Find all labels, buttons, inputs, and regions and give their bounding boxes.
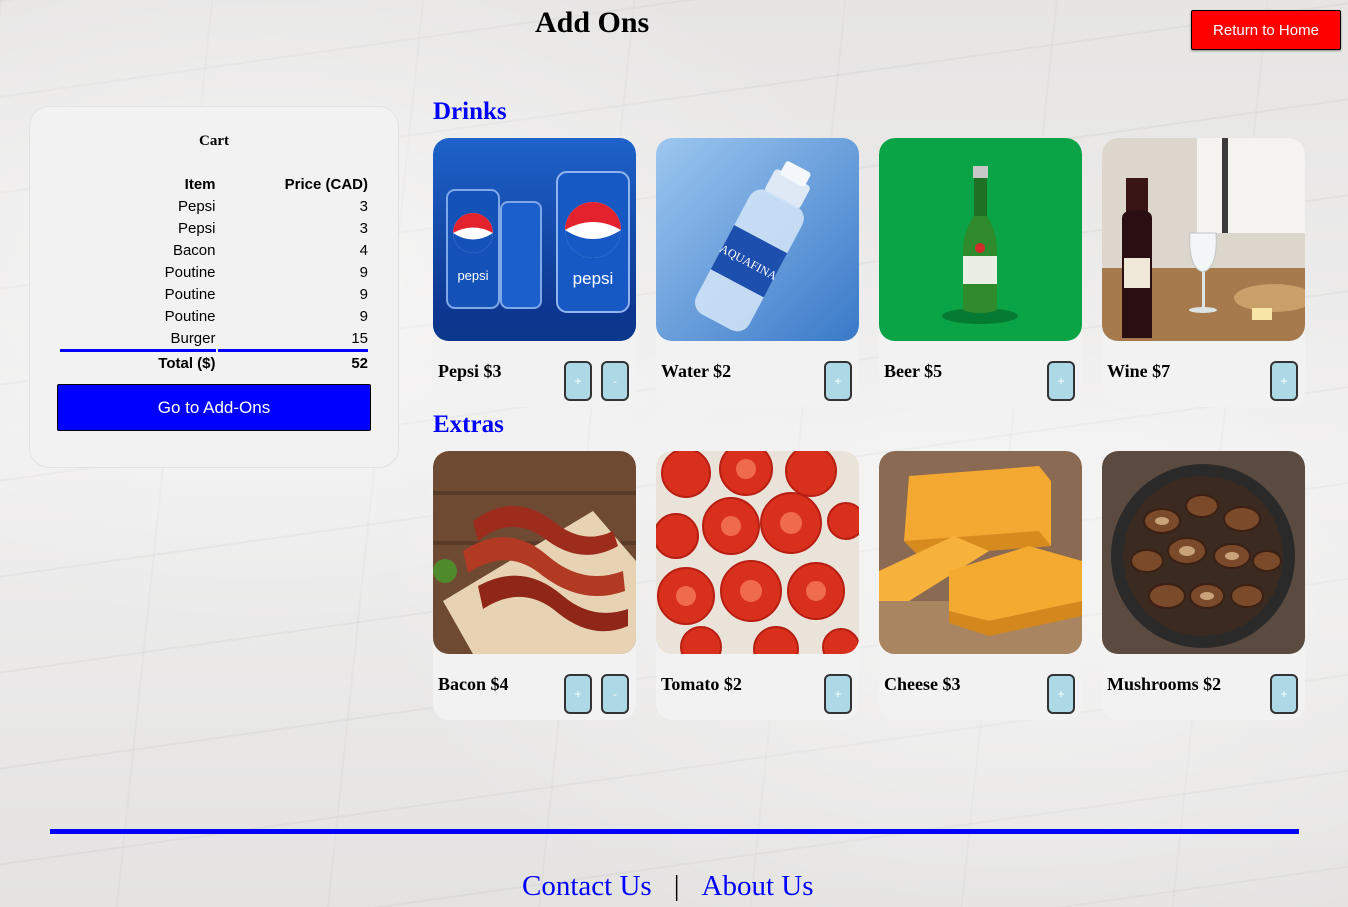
cart-item-price: 9 <box>359 307 368 325</box>
cart-item-price: 9 <box>359 285 368 303</box>
cart-item-name: Bacon <box>172 241 216 259</box>
extras-heading: Extras <box>433 411 504 438</box>
addon-card-bacon: Bacon $4 + - <box>433 451 636 720</box>
wine-bottle-image <box>1102 138 1305 341</box>
drinks-heading: Drinks <box>433 98 507 125</box>
cart-table: Item Price (CAD) Pepsi 3 Pepsi 3 Bacon 4… <box>58 173 370 374</box>
add-water-button[interactable]: + <box>824 361 852 401</box>
cart-item-name: Pepsi <box>177 219 216 237</box>
addon-card-cheese: Cheese $3 + <box>879 451 1082 720</box>
cart-item-name: Poutine <box>164 263 216 281</box>
cart-item-name: Poutine <box>164 307 216 325</box>
cart-row: Bacon 4 <box>60 239 368 261</box>
cart-panel: Cart Item Price (CAD) Pepsi 3 Pepsi 3 Ba… <box>29 106 399 468</box>
addon-card-wine: Wine $7 + <box>1102 138 1305 407</box>
beer-bottle-image <box>879 138 1082 341</box>
cart-title: Cart <box>199 133 229 149</box>
cart-header-item: Item <box>184 175 216 193</box>
add-pepsi-button[interactable]: + <box>564 361 592 401</box>
addon-label: Water $2 <box>661 361 732 381</box>
addon-label: Mushrooms $2 <box>1107 674 1222 694</box>
cart-item-price: 15 <box>351 329 368 347</box>
footer-separator: | <box>673 870 680 902</box>
return-home-button[interactable]: Return to Home <box>1191 10 1341 50</box>
cart-item-name: Burger <box>170 329 216 347</box>
contact-us-link[interactable]: Contact Us <box>522 870 652 902</box>
tomato-slices-image <box>656 451 859 654</box>
svg-text:pepsi: pepsi <box>457 268 488 283</box>
remove-bacon-button[interactable]: - <box>601 674 629 714</box>
go-to-addons-button[interactable]: Go to Add-Ons <box>57 384 371 431</box>
cart-header-row: Item Price (CAD) <box>60 173 368 195</box>
cart-row: Poutine 9 <box>60 305 368 327</box>
cart-total-row: Total ($) 52 <box>60 349 368 374</box>
mushrooms-pan-image <box>1102 451 1305 654</box>
cart-item-price: 3 <box>359 197 368 215</box>
cart-item-price: 4 <box>359 241 368 259</box>
cart-header-price: Price (CAD) <box>284 175 368 193</box>
addon-label: Pepsi $3 <box>438 361 502 381</box>
cart-row: Pepsi 3 <box>60 195 368 217</box>
footer-divider <box>50 829 1299 834</box>
bacon-image <box>433 451 636 654</box>
footer-links: Contact Us | About Us <box>522 870 813 903</box>
cart-item-name: Pepsi <box>177 197 216 215</box>
cheese-blocks-image <box>879 451 1082 654</box>
add-wine-button[interactable]: + <box>1270 361 1298 401</box>
addon-card-water: AQUAFINA Water $2 + <box>656 138 859 407</box>
addon-card-mushrooms: Mushrooms $2 + <box>1102 451 1305 720</box>
pepsi-cans-image: pepsi pepsi <box>433 138 636 341</box>
add-bacon-button[interactable]: + <box>564 674 592 714</box>
water-bottle-image: AQUAFINA <box>656 138 859 341</box>
add-tomato-button[interactable]: + <box>824 674 852 714</box>
add-beer-button[interactable]: + <box>1047 361 1075 401</box>
addon-label: Cheese $3 <box>884 674 961 694</box>
addon-label: Beer $5 <box>884 361 943 381</box>
addon-card-pepsi: pepsi pepsi Pepsi $3 + - <box>433 138 636 407</box>
addon-card-tomato: Tomato $2 + <box>656 451 859 720</box>
addon-label: Tomato $2 <box>661 674 742 694</box>
about-us-link[interactable]: About Us <box>702 870 814 902</box>
add-cheese-button[interactable]: + <box>1047 674 1075 714</box>
cart-item-name: Poutine <box>164 285 216 303</box>
addon-card-beer: Beer $5 + <box>879 138 1082 407</box>
addon-label: Bacon $4 <box>438 674 509 694</box>
cart-row: Pepsi 3 <box>60 217 368 239</box>
add-mushrooms-button[interactable]: + <box>1270 674 1298 714</box>
cart-item-price: 9 <box>359 263 368 281</box>
addon-label: Wine $7 <box>1107 361 1171 381</box>
page-title: Add Ons <box>535 6 650 39</box>
cart-row: Poutine 9 <box>60 283 368 305</box>
cart-item-price: 3 <box>359 219 368 237</box>
remove-pepsi-button[interactable]: - <box>601 361 629 401</box>
cart-row: Poutine 9 <box>60 261 368 283</box>
cart-row: Burger 15 <box>60 327 368 349</box>
svg-text:pepsi: pepsi <box>573 269 614 288</box>
cart-total-value: 52 <box>217 349 368 374</box>
cart-total-label: Total ($) <box>60 349 216 374</box>
